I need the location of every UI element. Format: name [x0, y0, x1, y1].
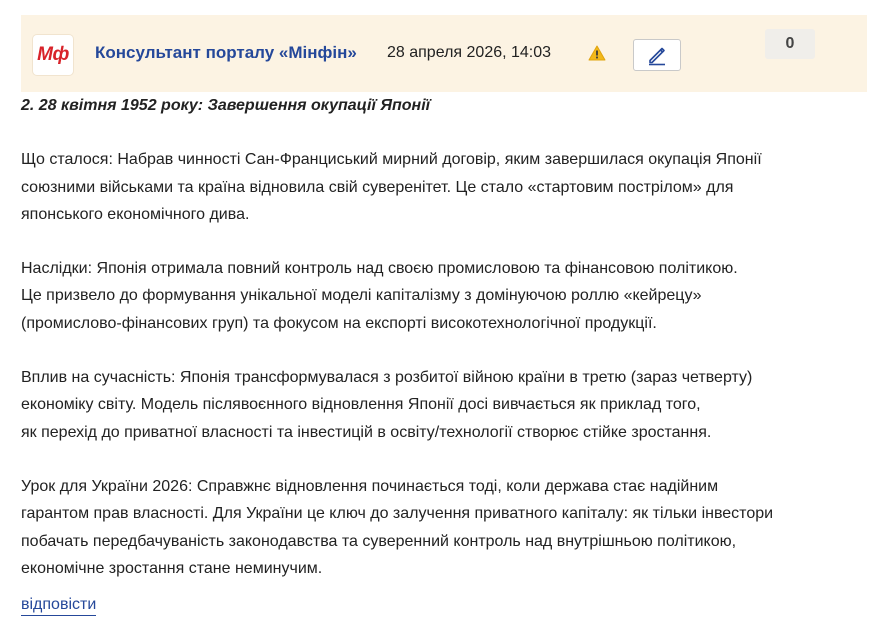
text-line: Що сталося: Набрав чинності Сан-Францись…	[21, 151, 762, 169]
paragraph-what-happened: Що сталося: Набрав чинності Сан-Францись…	[21, 146, 867, 228]
post-heading: 2. 28 квітня 1952 року: Завершення окупа…	[21, 97, 431, 114]
comment-header: Мф Консультант порталу «Мінфін» 28 апрел…	[21, 15, 867, 92]
comment-body: 2. 28 квітня 1952 року: Завершення окупа…	[21, 92, 867, 582]
text-line: Наслідки: Японія отримала повний контрол…	[21, 260, 738, 278]
minfin-logo: Мф	[33, 35, 73, 75]
text-line: гарантом прав власності. Для України це …	[21, 505, 774, 523]
text-line: економічне зростання стане неминучим.	[21, 559, 323, 577]
author-name[interactable]: Консультант порталу «Мінфін»	[95, 43, 357, 63]
pencil-icon	[649, 47, 665, 66]
paragraph-modern-impact: Вплив на сучасність: Японія трансформува…	[21, 364, 867, 446]
text-line: союзними військами та країна відновила с…	[21, 178, 734, 196]
rating-counter[interactable]: 0	[765, 29, 815, 59]
text-line: Урок для України 2026: Справжнє відновле…	[21, 477, 719, 495]
text-line: (промислово-фінансових груп) та фокусом …	[21, 314, 657, 332]
edit-button[interactable]	[633, 39, 681, 71]
paragraph-consequences: Наслідки: Японія отримала повний контрол…	[21, 255, 867, 337]
paragraph-lesson-ukraine: Урок для України 2026: Справжнє відновле…	[21, 473, 867, 582]
text-line: Це призвело до формування унікальної мод…	[21, 287, 702, 305]
text-line: японського економічного дива.	[21, 205, 250, 223]
post-date: 28 апреля 2026, 14:03	[387, 44, 552, 61]
warning-triangle-icon[interactable]	[588, 45, 606, 61]
reply-link[interactable]: відповісти	[21, 595, 97, 616]
text-line: економіку світу. Модель післявоєнного ві…	[21, 396, 701, 414]
comment-post: Мф Консультант порталу «Мінфін» 28 апрел…	[0, 0, 884, 639]
text-line: побачать передбачуваність законодавства …	[21, 532, 737, 550]
text-line: як перехід до приватної власності та інв…	[21, 423, 712, 441]
text-line: Вплив на сучасність: Японія трансформува…	[21, 369, 753, 387]
